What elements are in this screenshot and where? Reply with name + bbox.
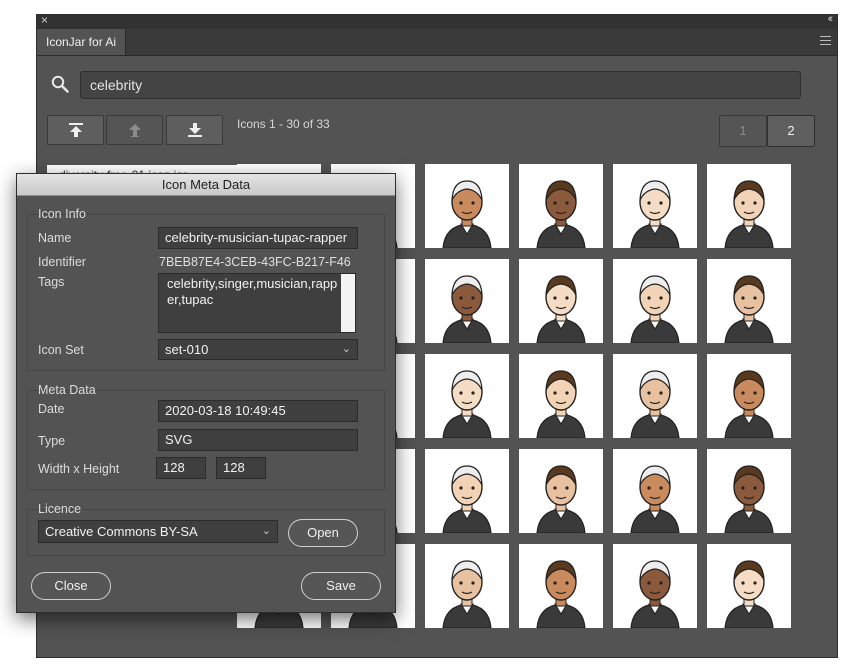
name-field[interactable]: celebrity-musician-tupac-rapper <box>158 227 358 249</box>
search-input[interactable] <box>80 71 801 99</box>
avatar-icon <box>442 275 492 343</box>
icon-tile[interactable] <box>707 449 791 533</box>
arrow-up-icon <box>128 124 141 137</box>
avatar-icon <box>630 370 680 438</box>
avatar-icon <box>724 370 774 438</box>
icon-tile[interactable] <box>707 164 791 248</box>
move-up-button[interactable] <box>106 115 163 145</box>
avatar-icon <box>442 180 492 248</box>
icon-info-heading: Icon Info <box>38 207 86 221</box>
date-label: Date <box>38 402 65 416</box>
results-range-label: Icons 1 - 30 of 33 <box>237 117 330 131</box>
licence-value: Creative Commons BY-SA <box>45 524 198 539</box>
avatar-icon <box>630 275 680 343</box>
avatar-icon <box>630 560 680 628</box>
icon-tile[interactable] <box>425 259 509 343</box>
icon-tile[interactable] <box>707 259 791 343</box>
icon-meta-data-dialog: Icon Meta Data Icon Info Name celebrity-… <box>16 173 396 613</box>
icon-tile[interactable] <box>425 164 509 248</box>
licence-select[interactable]: Creative Commons BY-SA ⌄ <box>38 520 278 543</box>
avatar-icon <box>536 560 586 628</box>
icon-tile[interactable] <box>519 259 603 343</box>
save-button[interactable]: Save <box>301 572 381 600</box>
arrow-to-top-icon <box>68 123 83 137</box>
height-field[interactable]: 128 <box>216 457 266 479</box>
icon-tile[interactable] <box>613 544 697 628</box>
panel-close-icon[interactable]: × <box>41 13 48 27</box>
tags-label: Tags <box>38 275 65 289</box>
icon-tile[interactable] <box>707 544 791 628</box>
width-field[interactable]: 128 <box>156 457 206 479</box>
tags-field[interactable]: celebrity,singer,musician,rapper,tupac <box>158 273 356 333</box>
dialog-title: Icon Meta Data <box>17 174 395 196</box>
tags-scrollbar[interactable] <box>341 274 355 332</box>
avatar-icon <box>536 465 586 533</box>
avatar-icon <box>442 560 492 628</box>
avatar-icon <box>536 180 586 248</box>
type-label: Type <box>38 434 66 448</box>
avatar-icon <box>724 560 774 628</box>
icon-tile[interactable] <box>613 449 697 533</box>
move-to-top-button[interactable] <box>47 115 104 145</box>
icon-tile[interactable] <box>425 354 509 438</box>
width-height-label: Width x Height <box>38 462 120 476</box>
avatar-icon <box>724 465 774 533</box>
icon-tile[interactable] <box>707 354 791 438</box>
avatar-icon <box>442 370 492 438</box>
avatar-icon <box>536 275 586 343</box>
move-down-button[interactable] <box>166 115 223 145</box>
avatar-icon <box>630 465 680 533</box>
type-field[interactable]: SVG <box>158 429 358 451</box>
icon-tile[interactable] <box>519 449 603 533</box>
identifier-label: Identifier <box>38 255 86 269</box>
icon-tile[interactable] <box>613 259 697 343</box>
search-icon <box>51 75 69 93</box>
identifier-value: 7BEB87E4-3CEB-43FC-B217-F46 <box>159 255 351 269</box>
icon-set-value: set-010 <box>165 342 209 357</box>
icon-tile[interactable] <box>613 354 697 438</box>
tab-iconjar[interactable]: IconJar for Ai <box>37 29 127 55</box>
panel-title-strip: × ‹‹ <box>37 13 837 29</box>
icon-tile[interactable] <box>613 164 697 248</box>
icon-tile[interactable] <box>519 164 603 248</box>
avatar-icon <box>724 275 774 343</box>
page-2-button[interactable]: 2 <box>767 115 815 147</box>
chevron-down-icon: ⌄ <box>261 525 271 537</box>
date-field[interactable]: 2020-03-18 10:49:45 <box>158 400 358 422</box>
close-button[interactable]: Close <box>31 572 111 600</box>
name-label: Name <box>38 231 72 245</box>
open-licence-button[interactable]: Open <box>288 519 358 547</box>
panel-tab-bar: IconJar for Ai <box>37 29 837 56</box>
icon-tile[interactable] <box>425 544 509 628</box>
meta-data-heading: Meta Data <box>38 383 96 397</box>
avatar-icon <box>724 180 774 248</box>
chevron-down-icon: ⌄ <box>341 343 351 355</box>
panel-menu-icon[interactable] <box>820 36 831 45</box>
icon-tile[interactable] <box>425 449 509 533</box>
icon-set-label: Icon Set <box>38 343 84 357</box>
panel-collapse-icon[interactable]: ‹‹ <box>828 13 834 25</box>
licence-heading: Licence <box>38 502 82 516</box>
arrow-to-bottom-icon <box>187 123 202 137</box>
icon-tile[interactable] <box>519 544 603 628</box>
avatar-icon <box>630 180 680 248</box>
page-1-button[interactable]: 1 <box>719 115 767 147</box>
avatar-icon <box>536 370 586 438</box>
icon-set-select[interactable]: set-010 ⌄ <box>158 339 358 360</box>
icon-tile[interactable] <box>519 354 603 438</box>
avatar-icon <box>442 465 492 533</box>
